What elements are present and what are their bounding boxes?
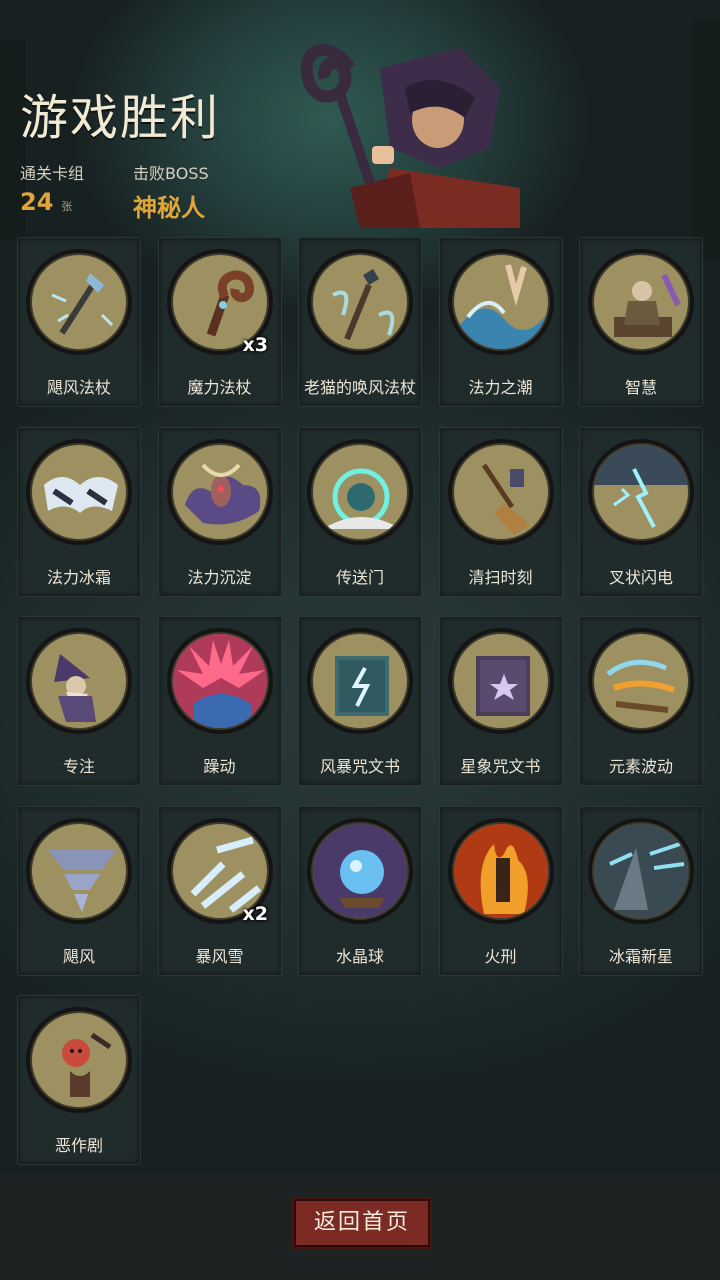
card-medal — [307, 438, 413, 545]
card-medal — [26, 817, 132, 924]
card-tile[interactable]: 风暴咒文书 — [298, 616, 422, 786]
card-tile[interactable]: 老猫的唤风法杖 — [298, 237, 422, 407]
deck-value: 24 张 — [20, 188, 84, 216]
card-medal — [307, 249, 413, 355]
card-name: 传送门 — [335, 567, 384, 587]
card-name: 叉状闪电 — [608, 567, 673, 587]
card-medal — [26, 438, 132, 545]
card-name: 冰霜新星 — [608, 946, 673, 966]
broom-icon — [481, 463, 530, 535]
card-tile[interactable]: 叉状闪电 — [579, 426, 703, 597]
card-name: 专注 — [62, 757, 95, 776]
fire-icon — [453, 823, 548, 918]
card-medal — [307, 817, 413, 924]
card-medal — [26, 249, 132, 355]
tornado-icon — [48, 849, 116, 912]
victory-header: 游戏胜利 通关卡组 24 张 击败BOSS 神秘人 — [0, 0, 720, 230]
card-name: 恶作剧 — [54, 1136, 103, 1155]
card-count-badge: x3 — [242, 334, 268, 356]
boss-label: 击败BOSS — [133, 164, 209, 183]
card-name: 星象咒文书 — [460, 757, 541, 776]
card-tile[interactable]: 暴风雪 x2 — [157, 805, 282, 976]
card-tile[interactable]: 水晶球 — [298, 805, 422, 976]
card-name: 水晶球 — [335, 946, 384, 966]
card-tile[interactable]: 星象咒文书 — [438, 616, 563, 786]
cat-staff-icon — [332, 269, 395, 341]
staff-icon — [51, 273, 114, 335]
card-name: 法力沉淀 — [187, 567, 252, 587]
card-tile[interactable]: 智慧 — [579, 237, 703, 407]
card-name: 飓风 — [62, 946, 95, 966]
deck-unit: 张 — [61, 200, 73, 213]
wizard-icon — [54, 654, 96, 722]
back-home-button[interactable]: 返回首页 — [292, 1197, 432, 1249]
card-name: 火刑 — [484, 946, 517, 966]
card-tile[interactable]: 清扫时刻 — [438, 426, 563, 597]
burst-icon — [172, 634, 267, 728]
element-icon — [606, 659, 676, 713]
prank-icon — [62, 1032, 112, 1097]
card-tile[interactable]: 魔力法杖 x3 — [157, 237, 282, 407]
card-name: 法力之潮 — [468, 378, 533, 397]
lightning-icon — [594, 444, 688, 528]
card-tile[interactable]: 法力之潮 — [438, 237, 563, 407]
card-medal — [447, 817, 554, 924]
card-tile[interactable]: 法力冰霜 — [17, 426, 141, 597]
crystal-ball-icon — [313, 823, 407, 918]
card-name: 法力冰霜 — [46, 567, 111, 587]
deck-label: 通关卡组 — [20, 164, 85, 183]
deck-stat: 通关卡组 24 张 — [20, 160, 84, 216]
card-tile[interactable]: 飓风法杖 — [17, 237, 141, 407]
card-tile[interactable]: 火刑 — [438, 805, 563, 976]
card-medal — [447, 438, 554, 545]
portal-icon — [323, 468, 401, 529]
card-tile[interactable]: 躁动 — [157, 616, 282, 786]
card-name: 躁动 — [203, 757, 236, 776]
card-medal — [588, 817, 694, 924]
card-name: 暴风雪 — [195, 946, 244, 966]
card-medal — [26, 628, 132, 734]
frost-icon — [44, 476, 118, 513]
sage-icon — [614, 273, 681, 337]
card-medal — [166, 628, 273, 734]
wave-icon — [459, 264, 546, 349]
page-title: 游戏胜利 — [20, 90, 221, 146]
storm-book-icon — [335, 656, 389, 716]
card-tile[interactable]: 冰霜新星 — [579, 805, 703, 976]
wizard-illustration — [300, 43, 520, 228]
card-name: 飓风法杖 — [46, 378, 111, 397]
card-count-badge: x2 — [242, 902, 268, 925]
card-name: 清扫时刻 — [468, 567, 533, 587]
boss-name: 神秘人 — [133, 194, 205, 222]
card-medal — [447, 628, 554, 734]
star-book-icon — [475, 656, 530, 716]
card-tile[interactable]: 飓风 — [17, 805, 141, 976]
ice-nova-icon — [594, 823, 688, 918]
card-medal — [447, 249, 554, 355]
card-tile[interactable]: 传送门 — [298, 426, 422, 597]
card-medal — [588, 438, 694, 545]
card-name: 智慧 — [624, 378, 657, 397]
card-medal — [26, 1007, 132, 1113]
deck-count: 24 — [20, 188, 54, 216]
card-medal — [307, 628, 413, 734]
card-name: 元素波动 — [608, 757, 673, 776]
card-tile[interactable]: 专注 — [17, 616, 141, 786]
card-tile[interactable]: 元素波动 — [579, 616, 703, 786]
boss-stat: 击败BOSS 神秘人 — [133, 160, 209, 223]
card-name: 风暴咒文书 — [319, 757, 400, 776]
card-name: 魔力法杖 — [187, 378, 252, 397]
card-medal — [588, 628, 694, 734]
card-medal — [166, 438, 273, 545]
card-tile[interactable]: 恶作剧 — [17, 995, 141, 1165]
card-name: 老猫的唤风法杖 — [303, 378, 416, 397]
card-tile[interactable]: 法力沉淀 — [157, 426, 282, 597]
eye-icon — [184, 463, 260, 524]
card-medal — [588, 249, 694, 355]
